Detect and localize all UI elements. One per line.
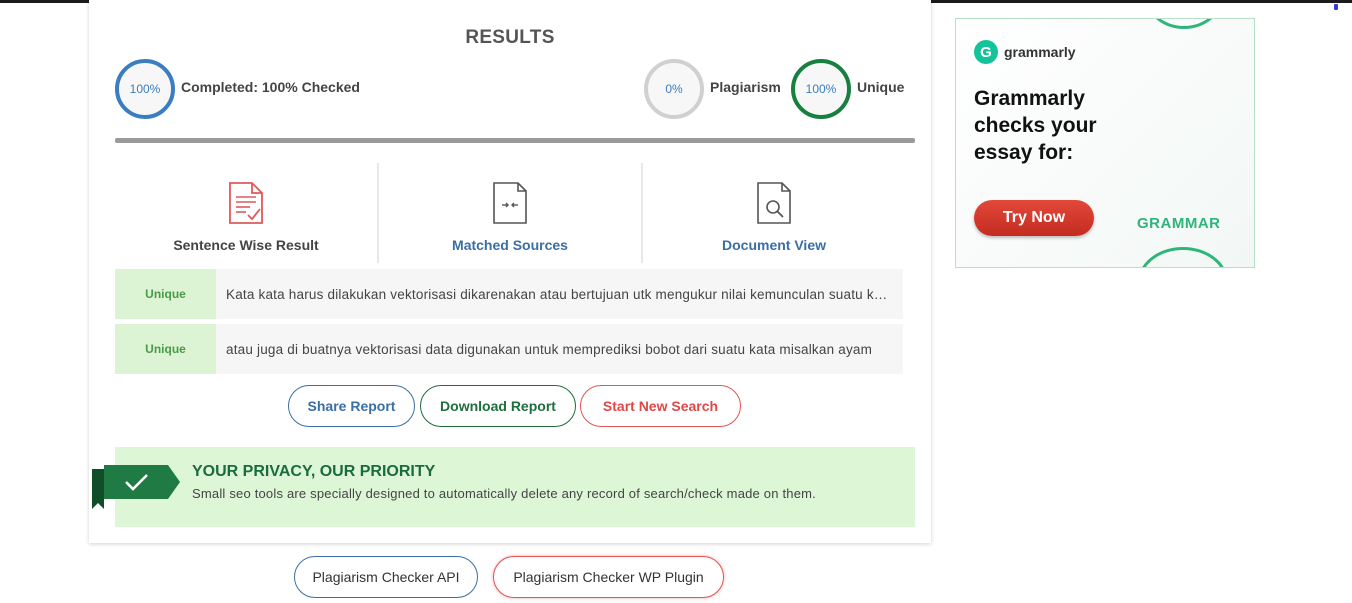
privacy-text: Small seo tools are specially designed t… — [192, 486, 816, 501]
tab-document-view-label: Document View — [722, 237, 826, 253]
completed-percent: 100% — [129, 82, 161, 96]
tab-matched-sources-label: Matched Sources — [452, 237, 568, 253]
ad-decoration-bubble — [1138, 247, 1228, 267]
plagiarism-checker-wp-plugin-button[interactable]: Plagiarism Checker WP Plugin — [493, 556, 724, 598]
sentence-text: Kata kata harus dilakukan vektorisasi di… — [226, 286, 893, 302]
privacy-title: YOUR PRIVACY, OUR PRIORITY — [192, 463, 436, 480]
unique-label: Unique — [857, 79, 905, 95]
result-row[interactable]: Unique Kata kata harus dilakukan vektori… — [115, 269, 903, 319]
ad-headline: Grammarly checks your essay for: — [974, 87, 1097, 164]
view-tabs: Sentence Wise Result Matched Sources Doc… — [115, 163, 905, 263]
ad-tag: GRAMMAR — [1137, 215, 1221, 232]
result-row[interactable]: Unique atau juga di buatnya vektorisasi … — [115, 324, 903, 374]
sentence-text: atau juga di buatnya vektorisasi data di… — [226, 341, 873, 357]
ad-brand: grammarly — [1004, 44, 1076, 60]
start-new-search-button[interactable]: Start New Search — [580, 385, 741, 427]
document-search-icon — [757, 182, 791, 224]
plagiarism-checker-api-button[interactable]: Plagiarism Checker API — [294, 556, 478, 598]
checkmark-ribbon-icon — [92, 465, 180, 509]
tab-sentence-wise-result[interactable]: Sentence Wise Result — [115, 163, 377, 263]
unique-circle: 100% — [791, 59, 851, 119]
plagiarism-circle: 0% — [644, 59, 704, 119]
ad-decoration-bubble — [1144, 19, 1224, 29]
results-card: RESULTS 100% Completed: 100% Checked 0% … — [89, 0, 931, 543]
share-report-button[interactable]: Share Report — [288, 385, 415, 427]
completed-label: Completed: 100% Checked — [181, 79, 360, 95]
tab-sentence-wise-label: Sentence Wise Result — [173, 237, 319, 253]
scrollbar-thumb[interactable] — [1334, 4, 1338, 10]
document-compare-icon — [493, 182, 527, 224]
privacy-banner: YOUR PRIVACY, OUR PRIORITY Small seo too… — [115, 447, 915, 527]
results-title: RESULTS — [465, 27, 555, 48]
grammarly-g-icon: G — [974, 40, 998, 64]
plagiarism-label: Plagiarism — [710, 79, 781, 95]
results-divider — [115, 138, 915, 143]
plagiarism-percent: 0% — [665, 82, 683, 96]
completed-progress-circle: 100% — [115, 59, 175, 119]
status-badge: Unique — [115, 324, 216, 374]
grammarly-ad[interactable]: G grammarly Grammarly checks your essay … — [955, 18, 1255, 268]
download-report-button[interactable]: Download Report — [420, 385, 576, 427]
tab-document-view[interactable]: Document View — [641, 163, 905, 263]
status-badge: Unique — [115, 269, 216, 319]
grammarly-logo: G grammarly — [974, 40, 1076, 64]
unique-percent: 100% — [805, 82, 837, 96]
try-now-button[interactable]: Try Now — [974, 200, 1094, 236]
tab-matched-sources[interactable]: Matched Sources — [377, 163, 641, 263]
document-check-icon — [229, 182, 263, 224]
